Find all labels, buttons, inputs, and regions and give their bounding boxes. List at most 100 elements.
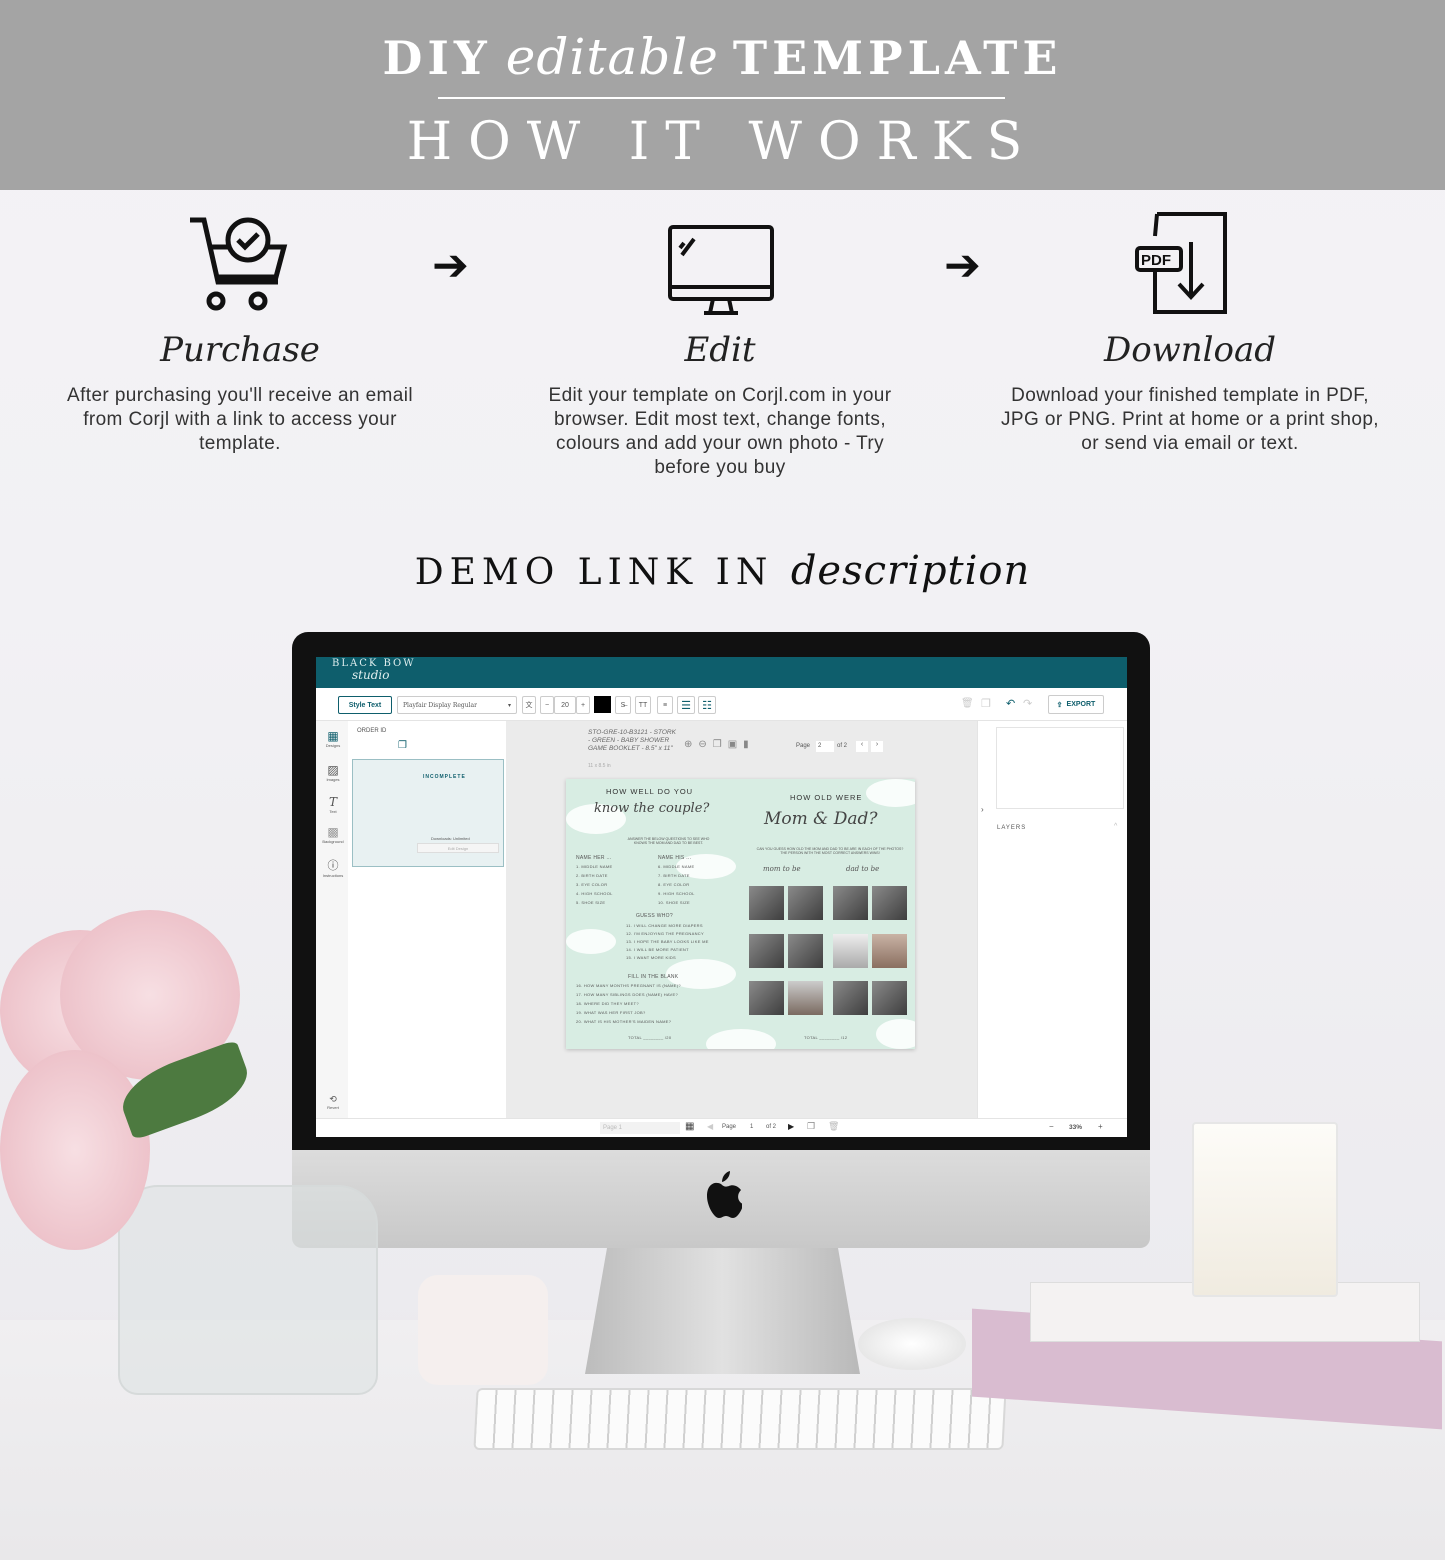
increase-size-button[interactable]: + <box>576 696 590 714</box>
mom-label: mom to be <box>763 865 801 873</box>
image-icon: ▨ <box>327 763 339 777</box>
align-center-icon[interactable]: ≡ <box>657 696 673 714</box>
guess-item: 14. I WILL BE MORE PATIENT <box>626 947 689 952</box>
background-icon: ▩ <box>327 825 339 839</box>
document-title: STO-GRE-10-B3121 - STORK - GREEN - BABY … <box>588 729 676 752</box>
jar <box>418 1275 548 1385</box>
delete-icon[interactable]: 🗑 <box>961 698 974 709</box>
right-panel: › LAYERS ^ <box>977 721 1127 1118</box>
line-height-icon[interactable]: ☷ <box>698 696 716 714</box>
uppercase-button[interactable]: TT <box>635 696 651 714</box>
export-button[interactable]: ⇪ EXPORT <box>1048 695 1104 714</box>
fill-blank-title: FILL IN THE BLANK <box>628 974 679 980</box>
svg-text:PDF: PDF <box>1141 252 1171 269</box>
edit-design-button[interactable]: Edit Design <box>417 843 499 853</box>
duplicate-page-icon[interactable]: ❐ <box>807 1121 815 1132</box>
sidebar-item-images[interactable]: ▨ Images <box>318 763 348 782</box>
next-page-icon[interactable]: ▶ <box>788 1122 794 1131</box>
fill-item: 16. HOW MANY MONTHS PREGNANT IS (NAME)? <box>576 983 681 988</box>
translate-icon[interactable]: 文 <box>522 696 536 714</box>
step-purchase: Purchase After purchasing you'll receive … <box>67 330 413 454</box>
zoom-level: 33% <box>1069 1124 1083 1131</box>
design-card[interactable]: INCOMPLETE Downloads: Unlimited Edit Des… <box>352 759 504 867</box>
pdf-download-icon: PDF <box>1135 212 1227 314</box>
font-size-input[interactable]: 20 <box>554 696 576 714</box>
total-right: TOTAL ________ /12 <box>804 1035 848 1040</box>
cart-check-icon <box>190 217 288 311</box>
designs-panel: ORDER ID ❐ INCOMPLETE Downloads: Unlimit… <box>348 721 506 1118</box>
page-total: of 2 <box>837 743 848 749</box>
banner-title: DIY editable TEMPLATE <box>382 28 1063 86</box>
guess-item: 12. I'M ENJOYING THE PREGNANCY <box>626 931 704 936</box>
step-edit: Edit Edit your template on Corjl.com in y… <box>548 330 892 478</box>
preview-box <box>996 727 1124 809</box>
order-id-label: ORDER ID <box>357 728 387 734</box>
question: 6. MIDDLE NAME <box>658 864 695 869</box>
sidebar-item-text[interactable]: T Text <box>318 795 348 814</box>
status-badge: INCOMPLETE <box>423 774 466 780</box>
page-label: Page <box>796 743 811 749</box>
name-his-label: NAME HIS ... <box>658 855 692 861</box>
zoom-in-button[interactable]: + <box>1098 1122 1103 1131</box>
doc-right-intro: CAN YOU GUESS HOW OLD THE MOM AND DAD TO… <box>756 847 904 855</box>
arrow-right-icon: ➔ <box>432 241 469 290</box>
candle <box>1192 1122 1338 1297</box>
prev-page-icon[interactable]: ‹ <box>856 741 868 752</box>
collapse-icon[interactable]: › <box>981 805 984 814</box>
canvas-tools[interactable]: ⊕⊖❐▣▮ <box>684 739 755 750</box>
total-left: TOTAL ________ /20 <box>628 1035 672 1040</box>
letter-spacing-icon[interactable]: ☰ <box>677 696 695 714</box>
photo <box>749 934 784 968</box>
question: 8. EYE COLOR <box>658 882 690 887</box>
export-label: EXPORT <box>1066 701 1096 708</box>
next-page-icon[interactable]: › <box>871 741 883 752</box>
document-size: 11 x 8.5 in <box>588 763 611 769</box>
grid-icon[interactable]: ▦ <box>685 1121 694 1132</box>
question: 7. BIRTH DATE <box>658 873 690 878</box>
strikethrough-icon[interactable]: S̶ <box>615 696 631 714</box>
revert-button[interactable]: ⟲ Revert <box>318 1094 348 1110</box>
chevron-up-icon[interactable]: ^ <box>1114 823 1117 830</box>
photo <box>749 886 784 920</box>
name-her-label: NAME HER ... <box>576 855 612 861</box>
dad-label: dad to be <box>846 865 880 873</box>
redo-icon[interactable]: ↷ <box>1023 697 1032 710</box>
zoom-out-button[interactable]: − <box>1049 1122 1054 1131</box>
question: 9. HIGH SCHOOL <box>658 891 695 896</box>
page-input[interactable]: 2 <box>816 741 834 752</box>
monitor-icon <box>668 225 774 315</box>
fill-item: 19. WHAT WAS HER FIRST JOB? <box>576 1010 646 1015</box>
copy-icon[interactable]: ❐ <box>398 740 407 751</box>
style-text-button[interactable]: Style Text <box>338 696 392 714</box>
undo-icon[interactable]: ↶ <box>1006 697 1015 710</box>
photo <box>749 981 784 1015</box>
font-select[interactable]: Playfair Display Regular ▾ <box>397 696 517 714</box>
sidebar-item-instructions[interactable]: ⓘ Instructions <box>318 857 348 878</box>
sidebar-item-designs[interactable]: ▦ Designs <box>318 729 348 748</box>
fill-item: 18. WHERE DID THEY MEET? <box>576 1001 639 1006</box>
photo <box>833 886 868 920</box>
decrease-size-button[interactable]: − <box>540 696 554 714</box>
text-color-swatch[interactable] <box>594 696 611 713</box>
document-preview[interactable]: HOW WELL DO YOU know the couple? ANSWER … <box>566 779 915 1049</box>
sidebar-label: Images <box>326 777 340 782</box>
brand-logo-script: studio <box>352 668 390 682</box>
app-header: BLACK BOW studio <box>316 657 1127 688</box>
corjl-editor-screen: BLACK BOW studio Style Text Playfair Dis… <box>316 657 1127 1137</box>
photo <box>872 886 907 920</box>
guess-item: 15. I WANT MORE KIDS <box>626 955 677 960</box>
doc-right-title: HOW OLD WERE <box>790 793 863 802</box>
delete-page-icon[interactable]: 🗑 <box>828 1121 839 1132</box>
designs-icon: ▦ <box>327 729 339 743</box>
duplicate-icon[interactable]: ❐ <box>981 697 991 710</box>
text-icon: T <box>328 795 337 809</box>
sidebar-label: Text <box>329 809 337 814</box>
monitor-chin <box>292 1150 1150 1248</box>
prev-page-icon[interactable]: ◀ <box>707 1122 713 1131</box>
revert-icon: ⟲ <box>329 1094 337 1104</box>
sidebar-item-background[interactable]: ▩ Background <box>318 825 348 844</box>
page-name-input[interactable]: Page 1 <box>600 1122 680 1134</box>
guess-who-title: GUESS WHO? <box>636 913 673 919</box>
page-input[interactable]: 1 <box>750 1124 753 1130</box>
question: 4. HIGH SCHOOL <box>576 891 613 896</box>
